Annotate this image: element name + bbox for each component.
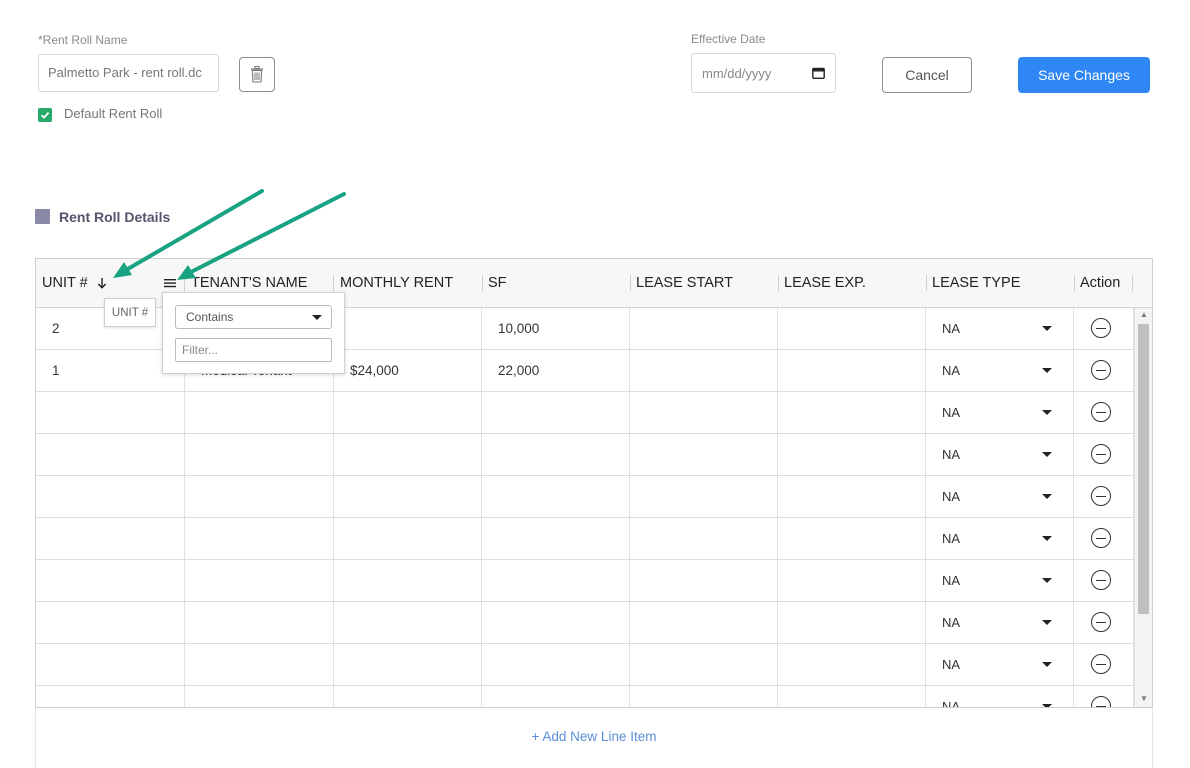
annotation-arrow-sort [113, 189, 264, 278]
annotation-arrow-menu [177, 192, 346, 280]
annotation-arrows [113, 189, 346, 280]
